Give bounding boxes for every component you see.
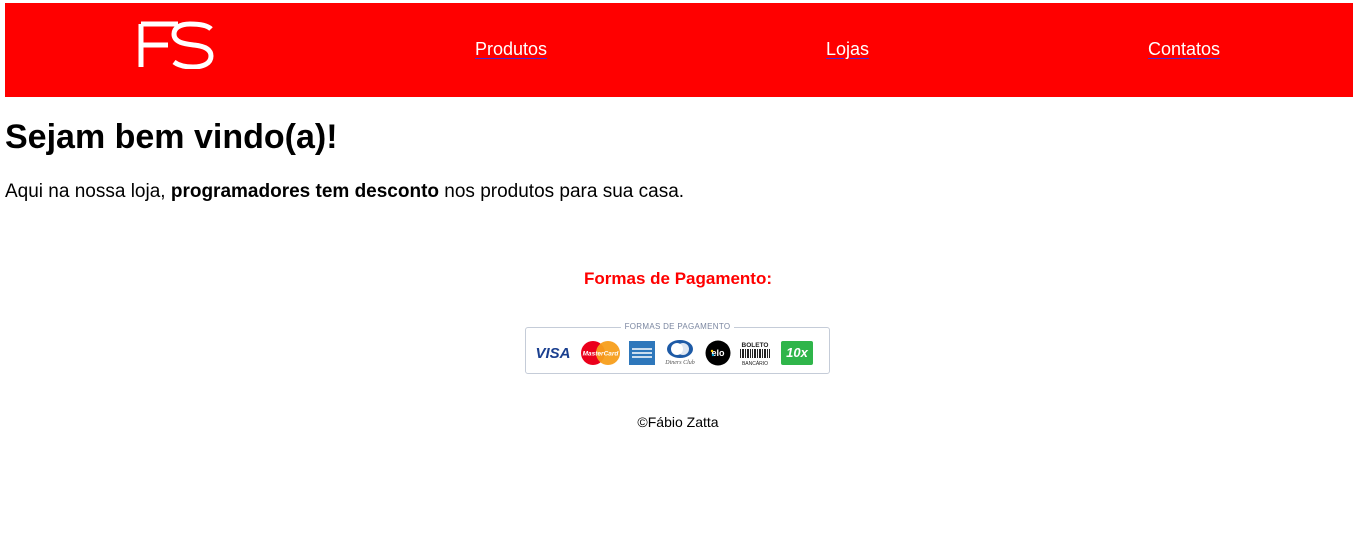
svg-text:BOLETO: BOLETO	[742, 342, 769, 349]
payment-caption: FORMAS DE PAGAMENTO	[526, 322, 829, 331]
svg-text:MasterCard: MasterCard	[583, 351, 620, 358]
svg-text:VISA: VISA	[535, 345, 570, 362]
intro-text: Aqui na nossa loja, programadores tem de…	[5, 181, 684, 203]
intro-end: nos produtos para sua casa.	[439, 181, 685, 202]
boleto-icon: BOLETO BANCÁRIO	[740, 342, 770, 366]
fs-logo[interactable]	[138, 21, 214, 69]
payment-title: Formas de Pagamento:	[584, 269, 772, 288]
mastercard-icon: MasterCard	[581, 341, 620, 365]
svg-text:elo: elo	[711, 348, 725, 358]
diners-club-icon: Diners Club	[664, 340, 695, 366]
svg-text:10x: 10x	[786, 345, 808, 360]
svg-text:BANCÁRIO: BANCÁRIO	[742, 360, 768, 366]
visa-icon: VISA	[535, 345, 570, 362]
svg-text:Diners Club: Diners Club	[664, 360, 695, 366]
nav-produtos-link[interactable]: Produtos	[475, 39, 547, 60]
nav-lojas-link[interactable]: Lojas	[826, 39, 869, 60]
page-title: Sejam bem vindo(a)!	[5, 118, 338, 156]
nav-contatos-link[interactable]: Contatos	[1148, 39, 1220, 60]
intro-highlight: programadores tem desconto	[170, 181, 440, 202]
site-header: Produtos Lojas Contatos	[5, 3, 1353, 97]
ten-installments-icon: 10x	[781, 341, 813, 365]
elo-icon: elo	[705, 340, 731, 366]
footer-copyright: ©Fábio Zatta	[637, 414, 719, 430]
american-express-icon	[629, 341, 655, 365]
intro-start: Aqui na nossa loja,	[5, 181, 171, 202]
payment-methods-image: FORMAS DE PAGAMENTO VISA MasterCard Dine…	[525, 322, 830, 374]
